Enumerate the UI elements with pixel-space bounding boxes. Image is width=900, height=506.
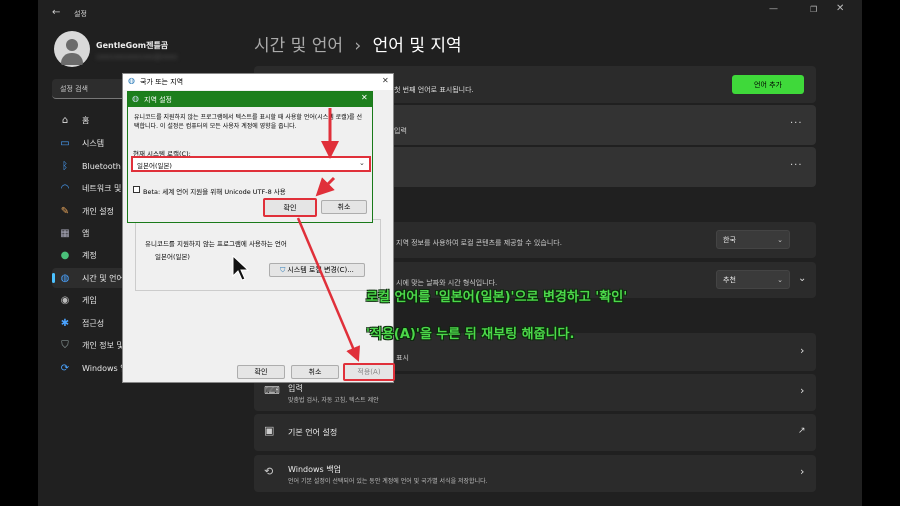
arrow-to-ok-button	[315, 176, 336, 197]
annotation-arrows	[296, 108, 360, 362]
mouse-cursor-icon	[232, 255, 250, 281]
caption-line1: 로컬 언어를 '일본어(일본)'으로 변경하고 '확인'	[366, 290, 628, 305]
caption-line2: '적용(A)'을 누른 뒤 재부팅 해줍니다.	[366, 327, 575, 342]
arrow-to-apply-button	[296, 217, 360, 362]
